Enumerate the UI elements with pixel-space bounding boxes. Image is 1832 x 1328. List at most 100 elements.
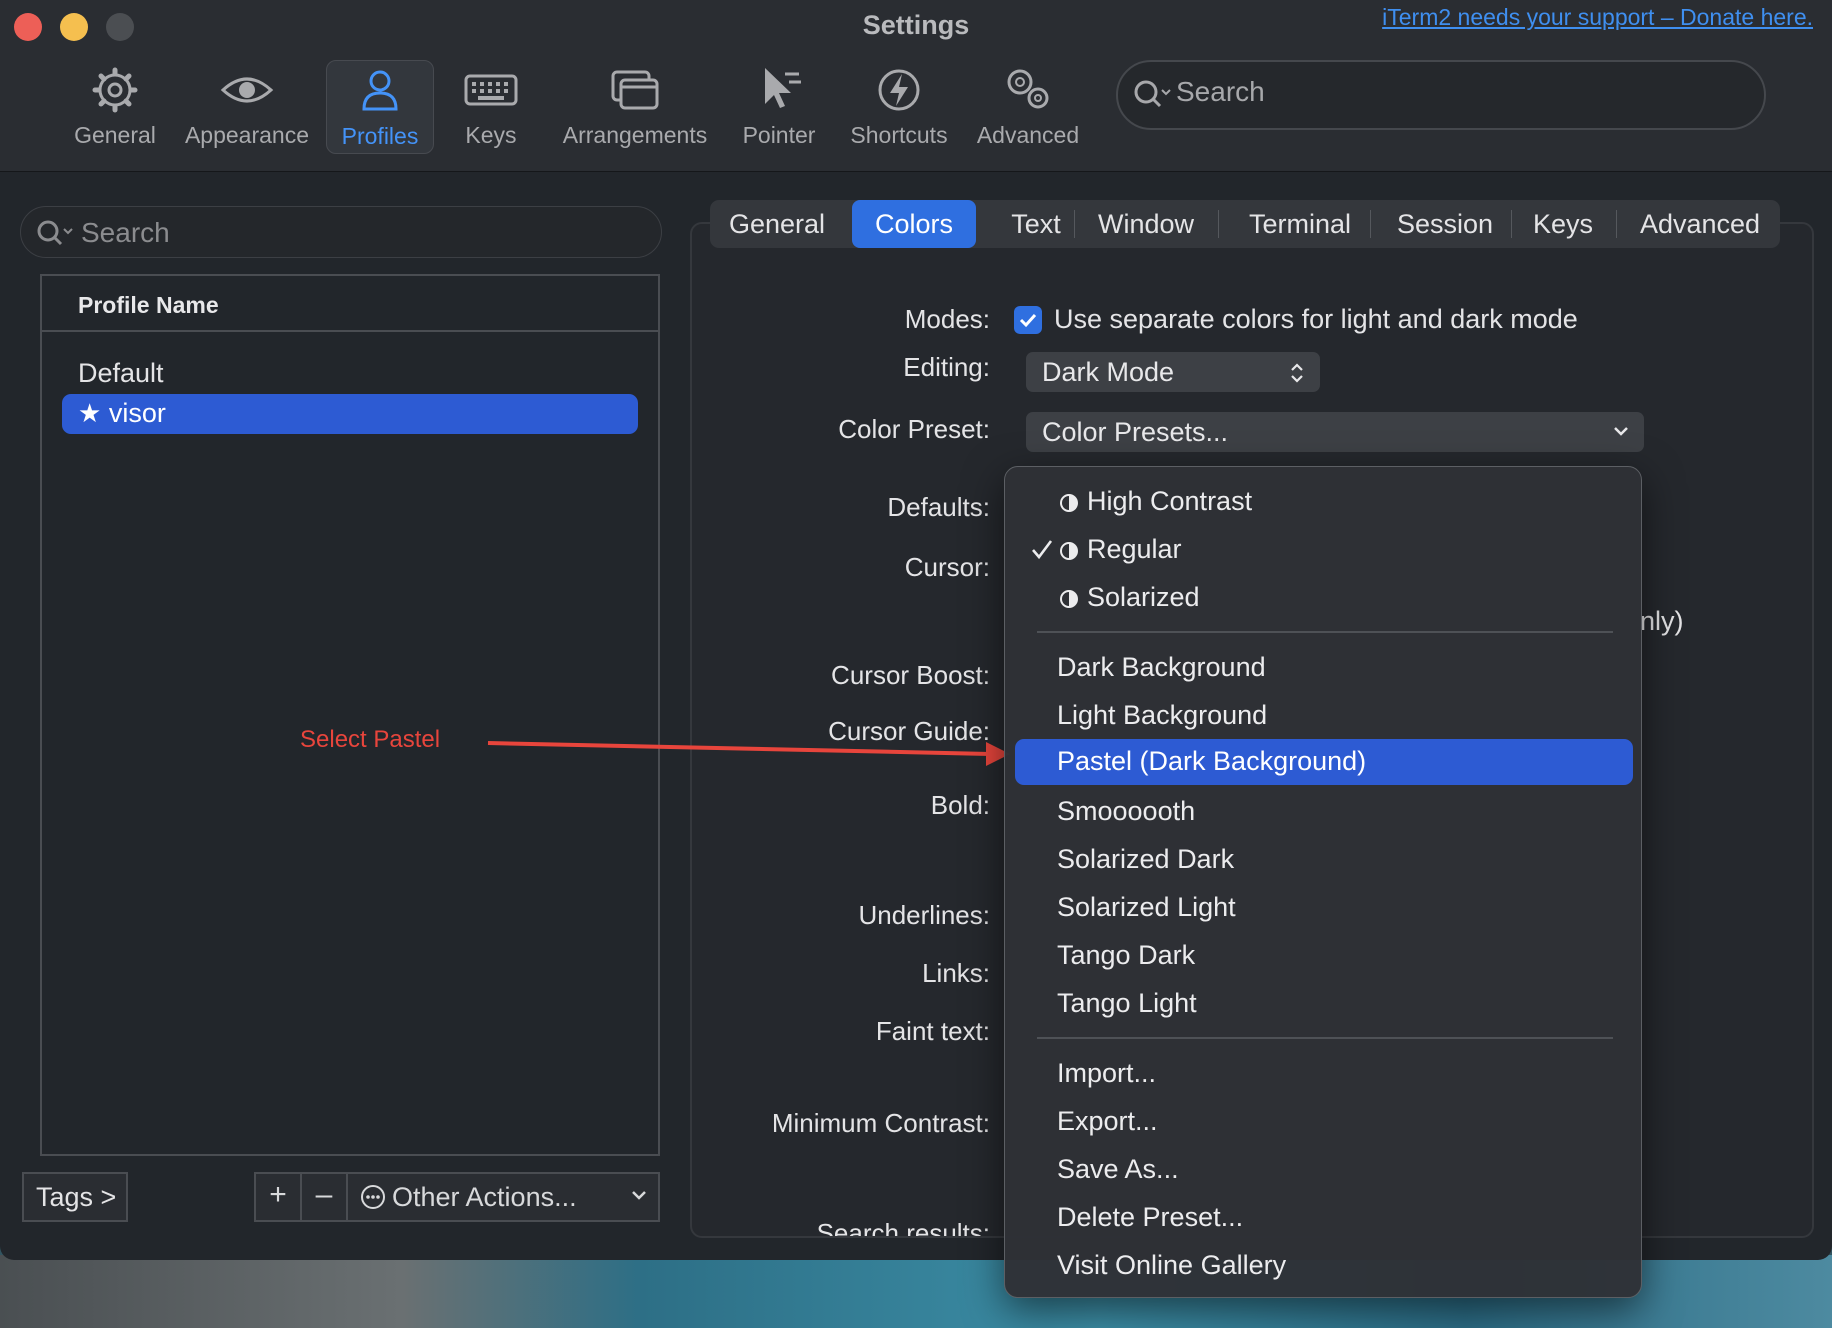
menu-item-import[interactable]: Import... bbox=[1015, 1051, 1633, 1097]
editing-label: Editing: bbox=[903, 352, 990, 382]
tab-separator bbox=[1370, 210, 1371, 238]
tags-button[interactable]: Tags > bbox=[22, 1172, 128, 1222]
up-down-chevron-icon bbox=[1291, 363, 1303, 383]
tab-text[interactable]: Text bbox=[992, 200, 1080, 248]
menu-item-label: Import... bbox=[1057, 1058, 1157, 1088]
menu-item-export[interactable]: Export... bbox=[1015, 1099, 1633, 1145]
color-presets-value: Color Presets... bbox=[1042, 417, 1229, 447]
tab-window[interactable]: Window bbox=[1086, 200, 1206, 248]
donate-link[interactable]: iTerm2 needs your support – Donate here. bbox=[1382, 4, 1813, 31]
partial-hidden-text: nly) bbox=[1640, 606, 1684, 636]
checkmark-icon bbox=[1032, 540, 1053, 560]
eye-icon bbox=[220, 77, 274, 103]
toolbar-keys-label: Keys bbox=[465, 122, 517, 148]
toolbar-advanced-label: Advanced bbox=[976, 122, 1080, 148]
remove-profile-button[interactable]: – bbox=[302, 1174, 348, 1220]
tab-advanced[interactable]: Advanced bbox=[1630, 200, 1770, 248]
settings-search-placeholder: Search bbox=[1176, 76, 1265, 107]
profile-actions-bar: + – Other Actions... bbox=[254, 1172, 660, 1222]
menu-item-dark-background[interactable]: Dark Background bbox=[1015, 645, 1633, 691]
tab-separator bbox=[1616, 210, 1617, 238]
menu-item-label: High Contrast bbox=[1087, 486, 1253, 516]
toolbar-pointer-label: Pointer bbox=[742, 122, 816, 148]
toolbar-general[interactable]: General bbox=[62, 60, 168, 156]
profile-tabs: General Colors Text Window Terminal Sess… bbox=[710, 200, 1780, 248]
editing-mode-popup[interactable]: Dark Mode bbox=[1026, 352, 1320, 392]
tab-terminal[interactable]: Terminal bbox=[1232, 200, 1368, 248]
toolbar-arrangements[interactable]: Arrangements bbox=[556, 60, 714, 156]
bold-label: Bold: bbox=[930, 790, 990, 820]
menu-item-label: Solarized bbox=[1087, 582, 1200, 612]
tab-separator bbox=[1074, 210, 1075, 238]
menu-item-save-as[interactable]: Save As... bbox=[1015, 1147, 1633, 1193]
menu-item-regular[interactable]: Regular bbox=[1015, 527, 1633, 573]
menu-item-label: Tango Light bbox=[1057, 988, 1197, 1018]
half-circle-icon bbox=[1060, 494, 1078, 512]
profile-list: Profile Name Default ★ visor bbox=[40, 274, 660, 1156]
tab-colors[interactable]: Colors bbox=[852, 200, 976, 248]
menu-separator bbox=[1037, 1037, 1613, 1039]
color-presets-popup[interactable]: Color Presets... bbox=[1026, 412, 1644, 452]
chevron-down-icon bbox=[632, 1191, 646, 1200]
bolt-icon bbox=[878, 69, 920, 111]
menu-item-solarized-dark[interactable]: Solarized Dark bbox=[1015, 837, 1633, 883]
menu-item-delete-preset[interactable]: Delete Preset... bbox=[1015, 1195, 1633, 1241]
add-profile-button[interactable]: + bbox=[256, 1174, 302, 1220]
other-actions-button[interactable]: Other Actions... bbox=[352, 1174, 658, 1220]
menu-item-solarized[interactable]: Solarized bbox=[1015, 575, 1633, 621]
toolbar-profiles[interactable]: Profiles bbox=[326, 60, 434, 154]
separate-modes-label: Use separate colors for light and dark m… bbox=[1054, 304, 1578, 334]
profile-row-visor[interactable]: ★ visor bbox=[62, 394, 638, 434]
menu-item-pastel-dark-background[interactable]: Pastel (Dark Background) bbox=[1015, 739, 1633, 785]
toolbar-advanced[interactable]: Advanced bbox=[974, 60, 1082, 156]
minimum-contrast-label: Minimum Contrast: bbox=[771, 1108, 990, 1138]
tab-general[interactable]: General bbox=[722, 200, 832, 248]
menu-item-label: Save As... bbox=[1057, 1154, 1179, 1184]
ellipsis-circle-icon bbox=[361, 1185, 385, 1209]
profile-search-field[interactable]: Search bbox=[20, 206, 662, 258]
tab-separator bbox=[1511, 210, 1512, 238]
other-actions-label: Other Actions... bbox=[392, 1182, 577, 1212]
profile-name-column-header[interactable]: Profile Name bbox=[42, 276, 658, 332]
menu-item-label: Solarized Dark bbox=[1057, 844, 1235, 874]
underlines-label: Underlines: bbox=[858, 900, 990, 930]
half-circle-icon bbox=[1060, 542, 1078, 560]
toolbar-shortcuts[interactable]: Shortcuts bbox=[844, 60, 954, 156]
profile-search-placeholder: Search bbox=[81, 217, 170, 248]
titlebar: Settings iTerm2 needs your support – Don… bbox=[0, 0, 1832, 172]
editing-mode-value: Dark Mode bbox=[1042, 357, 1175, 387]
gears-icon bbox=[1007, 69, 1049, 109]
menu-item-solarized-light[interactable]: Solarized Light bbox=[1015, 885, 1633, 931]
menu-item-label: Smoooooth bbox=[1057, 796, 1196, 826]
menu-item-tango-light[interactable]: Tango Light bbox=[1015, 981, 1633, 1027]
profile-row-default[interactable]: Default bbox=[62, 354, 638, 394]
search-icon bbox=[37, 220, 73, 246]
menu-item-visit-online-gallery[interactable]: Visit Online Gallery bbox=[1015, 1243, 1633, 1289]
menu-item-smoooooth[interactable]: Smoooooth bbox=[1015, 789, 1633, 835]
menu-item-light-background[interactable]: Light Background bbox=[1015, 693, 1633, 739]
modes-label: Modes: bbox=[904, 304, 990, 334]
menu-item-high-contrast[interactable]: High Contrast bbox=[1015, 479, 1633, 525]
menu-item-label: Solarized Light bbox=[1057, 892, 1236, 922]
chevron-down-icon bbox=[1614, 427, 1628, 436]
toolbar-keys[interactable]: Keys bbox=[456, 60, 526, 156]
cursor-label: Cursor: bbox=[904, 552, 990, 582]
separate-modes-checkbox[interactable] bbox=[1014, 306, 1042, 334]
profile-row-label: Default bbox=[78, 358, 164, 388]
tab-keys[interactable]: Keys bbox=[1522, 200, 1604, 248]
color-preset-label: Color Preset: bbox=[838, 414, 990, 444]
search-icon bbox=[1134, 80, 1171, 108]
search-results-label: Search results: bbox=[816, 1218, 990, 1236]
windows-icon bbox=[611, 70, 659, 110]
tab-session[interactable]: Session bbox=[1380, 200, 1510, 248]
cursor-guide-label: Cursor Guide: bbox=[828, 716, 990, 746]
keyboard-icon bbox=[464, 74, 518, 106]
toolbar-general-label: General bbox=[74, 122, 156, 148]
menu-item-label: Light Background bbox=[1057, 700, 1268, 730]
toolbar-appearance[interactable]: Appearance bbox=[182, 60, 312, 156]
menu-item-tango-dark[interactable]: Tango Dark bbox=[1015, 933, 1633, 979]
menu-separator bbox=[1037, 631, 1613, 633]
tab-separator bbox=[1218, 210, 1219, 238]
settings-search-field[interactable]: Search bbox=[1116, 60, 1766, 130]
toolbar-pointer[interactable]: Pointer bbox=[736, 60, 822, 156]
